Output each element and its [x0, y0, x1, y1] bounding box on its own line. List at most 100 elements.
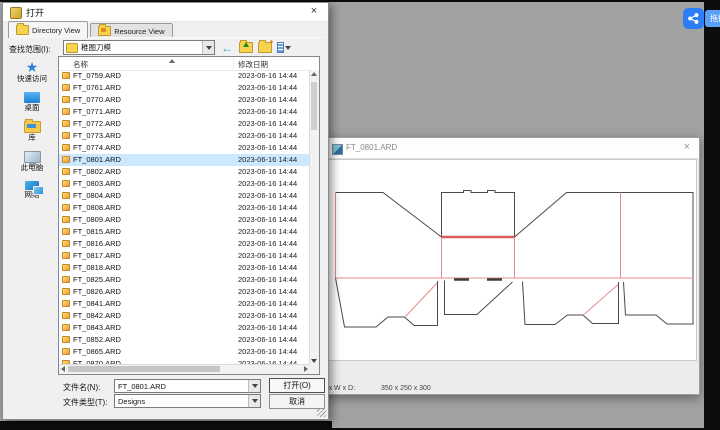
column-header-date[interactable]: 修改日期 [238, 59, 268, 70]
list-item[interactable]: FT_0802.ARD2023-06-16 14:44 [59, 166, 310, 178]
combobox-dropdown-button[interactable] [248, 380, 260, 392]
list-item[interactable]: FT_0852.ARD2023-06-16 14:44 [59, 334, 310, 346]
file-name: FT_0817.ARD [73, 251, 121, 260]
folder-tab-icon [16, 25, 29, 35]
combobox-dropdown-button[interactable] [202, 41, 214, 54]
list-item[interactable]: FT_0772.ARD2023-06-16 14:44 [59, 118, 310, 130]
list-item[interactable]: FT_0843.ARD2023-06-16 14:44 [59, 322, 310, 334]
ard-file-icon [62, 204, 70, 211]
list-item[interactable]: FT_0808.ARD2023-06-16 14:44 [59, 202, 310, 214]
list-item[interactable]: FT_0804.ARD2023-06-16 14:44 [59, 190, 310, 202]
file-name: FT_0865.ARD [73, 347, 121, 356]
file-date: 2023-06-16 14:44 [238, 251, 297, 260]
ard-file-icon [62, 240, 70, 247]
list-item[interactable]: FT_0809.ARD2023-06-16 14:44 [59, 214, 310, 226]
file-date: 2023-06-16 14:44 [238, 263, 297, 272]
ard-file-icon [62, 336, 70, 343]
tab-resource-view[interactable]: Resource View [90, 23, 172, 38]
ard-file-icon [62, 108, 70, 115]
list-item[interactable]: FT_0816.ARD2023-06-16 14:44 [59, 238, 310, 250]
file-name: FT_0843.ARD [73, 323, 121, 332]
file-date: 2023-06-16 14:44 [238, 299, 297, 308]
sidebar-item-label: 快速访问 [8, 75, 56, 83]
close-icon[interactable]: × [684, 141, 690, 153]
view-menu-icon[interactable] [277, 41, 291, 55]
close-icon[interactable]: × [308, 5, 320, 17]
file-date: 2023-06-16 14:44 [238, 143, 297, 152]
ard-file-icon [62, 132, 70, 139]
list-item[interactable]: FT_0825.ARD2023-06-16 14:44 [59, 274, 310, 286]
scroll-right-icon[interactable] [304, 366, 308, 372]
list-item[interactable]: FT_0771.ARD2023-06-16 14:44 [59, 106, 310, 118]
ard-file-icon [62, 216, 70, 223]
list-item[interactable]: FT_0803.ARD2023-06-16 14:44 [59, 178, 310, 190]
preview-title: FT_0801.ARD [346, 143, 397, 152]
look-in-value: 稚图刀模 [81, 42, 111, 53]
preview-titlebar[interactable]: FT_0801.ARD × [319, 138, 699, 159]
list-item[interactable]: FT_0759.ARD2023-06-16 14:44 [59, 70, 310, 82]
sidebar-item-this-pc[interactable]: 此电脑 [8, 151, 56, 172]
file-name: FT_0815.ARD [73, 227, 121, 236]
ard-file-icon [62, 96, 70, 103]
combobox-dropdown-button[interactable] [248, 395, 260, 407]
open-button[interactable]: 打开(O) [269, 378, 325, 393]
ard-file-icon [62, 288, 70, 295]
column-header-name[interactable]: 名称 [73, 59, 88, 70]
share-circles-icon[interactable] [683, 8, 704, 29]
open-dialog: 打开 × Directory ViewResource View 查找范围(I)… [2, 2, 329, 420]
tab-directory-view[interactable]: Directory View [8, 21, 88, 38]
scroll-up-icon[interactable] [311, 72, 317, 76]
file-name: FT_0761.ARD [73, 83, 121, 92]
list-item[interactable]: FT_0774.ARD2023-06-16 14:44 [59, 142, 310, 154]
back-icon[interactable]: ← [220, 41, 234, 55]
list-item[interactable]: FT_0801.ARD2023-06-16 14:44 [59, 154, 310, 166]
places-sidebar: 快速访问桌面库此电脑网络 [8, 59, 56, 208]
sidebar-item-label: 此电脑 [8, 164, 56, 172]
scroll-down-icon[interactable] [311, 359, 317, 363]
sidebar-item-quick-access[interactable]: 快速访问 [8, 59, 56, 83]
up-folder-icon[interactable] [239, 41, 253, 55]
list-item[interactable]: FT_0770.ARD2023-06-16 14:44 [59, 94, 310, 106]
look-in-combobox[interactable]: 稚图刀模 [63, 40, 215, 55]
list-item[interactable]: FT_0842.ARD 2023-06-16 14:44 [59, 310, 310, 322]
netdisk-drag-label: 拖拽至 [705, 10, 720, 27]
list-item[interactable]: FT_0865.ARD2023-06-16 14:44 [59, 346, 310, 358]
vertical-scrollbar[interactable] [309, 70, 319, 365]
file-date: 2023-06-16 14:44 [238, 119, 297, 128]
list-item[interactable]: FT_0826.ARD2023-06-16 14:44 [59, 286, 310, 298]
dialog-titlebar[interactable]: 打开 × [3, 3, 328, 22]
ard-file-icon [62, 168, 70, 175]
netdisk-drag-widget[interactable]: 拖拽至 [683, 8, 720, 29]
horizontal-scroll-thumb[interactable] [68, 366, 220, 372]
new-folder-icon[interactable]: * [258, 41, 272, 55]
sort-ascending-icon [169, 59, 175, 63]
desktop-icon [24, 92, 40, 103]
list-item[interactable]: FT_0773.ARD2023-06-16 14:44 [59, 130, 310, 142]
file-date: 2023-06-16 14:44 [238, 311, 297, 320]
resize-grip[interactable] [317, 408, 326, 417]
file-date: 2023-06-16 14:44 [238, 227, 297, 236]
list-item[interactable]: FT_0841.ARD2023-06-16 14:44 [59, 298, 310, 310]
sidebar-item-network[interactable]: 网络 [8, 181, 56, 199]
file-name-combobox[interactable]: FT_0801.ARD [114, 379, 261, 393]
list-item[interactable]: FT_0815.ARD 2023-06-16 14:44 [59, 226, 310, 238]
file-date: 2023-06-16 14:44 [238, 239, 297, 248]
ard-file-icon [62, 180, 70, 187]
scroll-left-icon[interactable] [61, 366, 65, 372]
file-name: FT_0852.ARD [73, 335, 121, 344]
file-name: FT_0842.ARD [73, 311, 121, 320]
list-item[interactable]: FT_0817.ARD 2023-06-16 14:44 [59, 250, 310, 262]
ard-file-icon [62, 276, 70, 283]
cancel-button[interactable]: 取消 [269, 394, 325, 409]
list-item[interactable]: FT_0818.ARD2023-06-16 14:44 [59, 262, 310, 274]
screen-edge [0, 421, 332, 430]
vertical-scroll-thumb[interactable] [311, 82, 317, 130]
horizontal-scrollbar[interactable] [59, 364, 310, 374]
scrollbar-corner [310, 365, 319, 374]
file-name: FT_0809.ARD [73, 215, 121, 224]
sidebar-item-desktop[interactable]: 桌面 [8, 92, 56, 112]
sidebar-item-libraries[interactable]: 库 [8, 121, 56, 142]
file-type-combobox[interactable]: Designs [114, 394, 261, 408]
list-item[interactable]: FT_0761.ARD2023-06-16 14:44 [59, 82, 310, 94]
list-header[interactable]: 名称 修改日期 [59, 57, 310, 71]
